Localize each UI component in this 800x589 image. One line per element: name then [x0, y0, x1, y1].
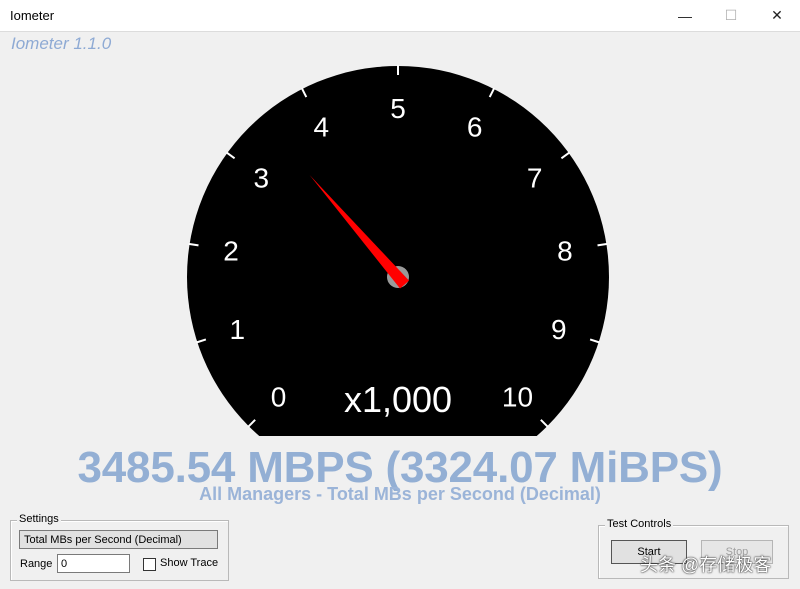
settings-group-label: Settings — [17, 513, 61, 525]
gauge-scale-label: 7 — [527, 163, 543, 194]
gauge-scale-label: 3 — [253, 163, 269, 194]
gauge-scale-label: 5 — [390, 93, 406, 124]
test-controls-group-label: Test Controls — [605, 518, 674, 530]
gauge-scale-label: 2 — [223, 236, 239, 267]
show-trace-checkbox[interactable] — [143, 558, 156, 571]
speedometer-gauge: 0 1 2 3 4 5 6 7 8 9 10 x1,000 — [187, 65, 609, 436]
gauge-scale-label: 8 — [557, 236, 573, 267]
gauge-multiplier-label: x1,000 — [344, 379, 452, 420]
range-label: Range — [20, 558, 53, 570]
readout-subtitle: All Managers - Total MBs per Second (Dec… — [199, 484, 601, 504]
gauge-scale-label: 4 — [313, 111, 329, 142]
metric-select-button[interactable]: Total MBs per Second (Decimal) — [19, 530, 218, 549]
gauge-scale-label: 9 — [551, 314, 567, 345]
gauge-scale-label: 0 — [271, 382, 287, 413]
gauge-scale-label: 6 — [467, 111, 483, 142]
show-trace-label: Show Trace — [160, 557, 219, 569]
watermark-text: 头条 @存储极客 — [640, 555, 772, 575]
range-input[interactable] — [57, 554, 130, 573]
gauge-scale-label: 10 — [502, 382, 533, 413]
gauge-scale-label: 1 — [229, 314, 245, 345]
